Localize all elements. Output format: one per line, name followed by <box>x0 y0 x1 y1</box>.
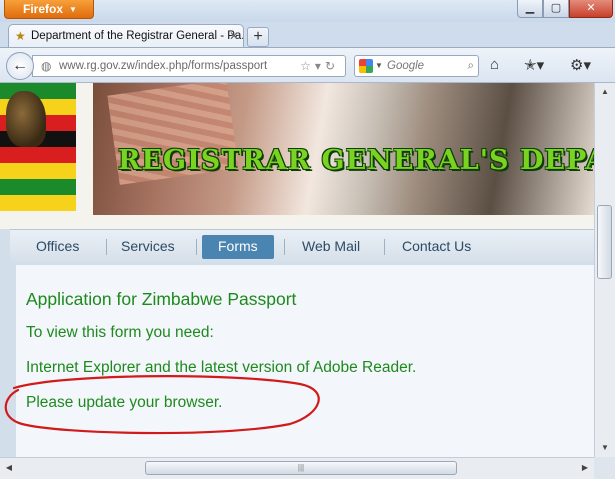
tab-registrar-general[interactable]: ★ Department of the Registrar General - … <box>8 24 244 49</box>
scroll-up-icon[interactable]: ▲ <box>595 83 615 101</box>
firefox-menu-button[interactable]: Firefox ▼ <box>4 0 94 19</box>
page-viewport: REGISTRAR GENERAL'S DEPA Offices Service… <box>0 83 594 457</box>
main-menu: Offices Services Forms Web Mail Contact … <box>10 229 594 262</box>
minimize-button[interactable]: ▁ <box>517 0 543 18</box>
site-favicon-icon: ★ <box>15 29 26 43</box>
content-panel: Application for Zimbabwe Passport To vie… <box>16 265 594 457</box>
google-icon[interactable] <box>359 59 373 73</box>
address-url: www.rg.gov.zw/index.php/forms/passport <box>59 60 268 72</box>
address-bar[interactable]: ◍ www.rg.gov.zw/index.php/forms/passport… <box>32 55 346 77</box>
chevron-down-icon: ▼ <box>69 5 77 14</box>
vertical-scrollbar[interactable]: ▲ ▼ <box>594 83 615 457</box>
menu-web-mail[interactable]: Web Mail <box>286 235 376 259</box>
bookmark-star-icon[interactable]: ☆ <box>300 59 315 73</box>
search-engine-dropdown-icon[interactable]: ▼ <box>375 56 383 76</box>
window-titlebar: Firefox ▼ ▁ ▢ ✕ <box>0 0 615 22</box>
menu-services[interactable]: Services <box>105 235 191 259</box>
back-button[interactable]: ← <box>6 52 34 80</box>
vertical-scroll-thumb[interactable] <box>597 205 612 279</box>
tab-strip: ★ Department of the Registrar General - … <box>0 22 615 49</box>
home-icon[interactable]: ⌂ <box>490 56 499 73</box>
update-browser-message: Please update your browser. <box>26 394 223 411</box>
page-title: Application for Zimbabwe Passport <box>26 289 297 309</box>
navigation-toolbar: ◍ www.rg.gov.zw/index.php/forms/passport… <box>0 47 615 83</box>
horizontal-scroll-thumb[interactable]: ||| <box>145 461 457 475</box>
requirements-intro: To view this form you need: <box>26 324 214 341</box>
back-icon: ← <box>12 57 28 74</box>
globe-icon: ◍ <box>41 59 52 73</box>
close-tab-icon[interactable]: ✕ <box>229 25 239 47</box>
search-placeholder: Google <box>387 60 425 72</box>
menu-offices[interactable]: Offices <box>20 235 95 259</box>
firefox-menu-label: Firefox <box>23 2 64 16</box>
close-window-button[interactable]: ✕ <box>569 0 613 18</box>
new-tab-button[interactable]: + <box>247 27 269 47</box>
window-controls: ▁ ▢ ✕ <box>517 0 613 18</box>
menu-forms[interactable]: Forms <box>202 235 274 259</box>
maximize-button[interactable]: ▢ <box>543 0 569 18</box>
bookmarks-icon[interactable]: ✭▾ <box>524 56 544 74</box>
banner-title: REGISTRAR GENERAL'S DEPA <box>118 145 594 176</box>
dropdown-icon[interactable]: ▾ <box>315 59 325 73</box>
menu-contact-us[interactable]: Contact Us <box>386 235 487 259</box>
search-icon[interactable]: ⌕ <box>468 56 474 76</box>
scroll-right-icon[interactable]: ▶ <box>576 458 594 478</box>
scroll-down-icon[interactable]: ▼ <box>595 439 615 457</box>
search-input[interactable]: ▼ Google ⌕ <box>354 55 479 77</box>
requirements-text: Internet Explorer and the latest version… <box>26 359 417 376</box>
site-banner: REGISTRAR GENERAL'S DEPA <box>0 83 594 229</box>
horizontal-scrollbar[interactable]: ◀ ||| ▶ <box>0 457 594 479</box>
zimbabwe-flag-crest-image <box>0 83 76 213</box>
reload-icon[interactable]: ↻ <box>325 59 339 73</box>
addon-icon[interactable]: ⚙▾ <box>570 56 591 74</box>
tab-title: Department of the Registrar General - Pa… <box>31 30 244 42</box>
scroll-left-icon[interactable]: ◀ <box>0 458 18 478</box>
scrollbar-corner <box>594 457 615 479</box>
